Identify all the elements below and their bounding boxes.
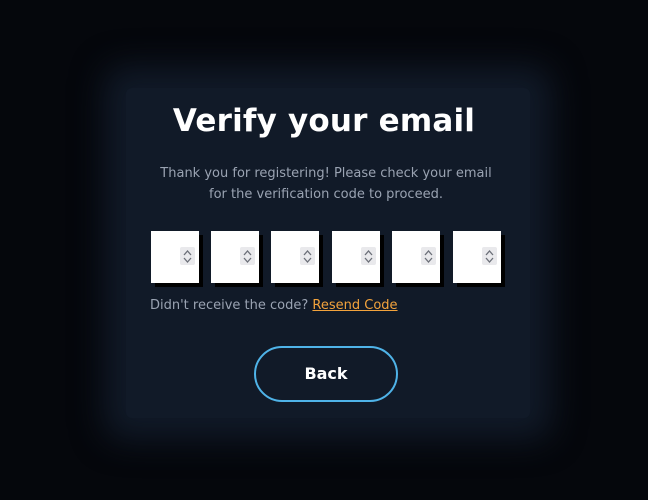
number-spinner[interactable] bbox=[421, 247, 436, 265]
resend-code-link[interactable]: Resend Code bbox=[312, 298, 397, 313]
verify-instructions: Thank you for registering! Please check … bbox=[160, 166, 492, 202]
chevron-down-icon[interactable] bbox=[183, 257, 192, 264]
code-digit-input-3[interactable] bbox=[271, 231, 319, 283]
resend-prompt: Didn't receive the code? bbox=[150, 298, 309, 313]
code-digit-input-1[interactable] bbox=[151, 231, 199, 283]
chevron-up-icon[interactable] bbox=[243, 249, 252, 256]
chevron-up-icon[interactable] bbox=[424, 249, 433, 256]
number-spinner[interactable] bbox=[240, 247, 255, 265]
code-digit-input-2[interactable] bbox=[211, 231, 259, 283]
chevron-up-icon[interactable] bbox=[303, 249, 312, 256]
code-digit-input-4[interactable] bbox=[332, 231, 380, 283]
chevron-down-icon[interactable] bbox=[243, 257, 252, 264]
number-spinner[interactable] bbox=[300, 247, 315, 265]
number-spinner[interactable] bbox=[361, 247, 376, 265]
verification-code-inputs bbox=[151, 231, 511, 283]
code-digit-input-5[interactable] bbox=[392, 231, 440, 283]
number-spinner[interactable] bbox=[180, 247, 195, 265]
chevron-up-icon[interactable] bbox=[485, 249, 494, 256]
resend-prompt-line: Didn't receive the code? Resend Code bbox=[150, 297, 398, 315]
number-spinner[interactable] bbox=[482, 247, 497, 265]
back-button[interactable]: Back bbox=[254, 346, 398, 402]
chevron-down-icon[interactable] bbox=[424, 257, 433, 264]
chevron-down-icon[interactable] bbox=[485, 257, 494, 264]
code-digit-input-6[interactable] bbox=[453, 231, 501, 283]
chevron-down-icon[interactable] bbox=[364, 257, 373, 264]
chevron-up-icon[interactable] bbox=[364, 249, 373, 256]
chevron-up-icon[interactable] bbox=[183, 249, 192, 256]
chevron-down-icon[interactable] bbox=[303, 257, 312, 264]
page-title: Verify your email bbox=[172, 103, 476, 139]
